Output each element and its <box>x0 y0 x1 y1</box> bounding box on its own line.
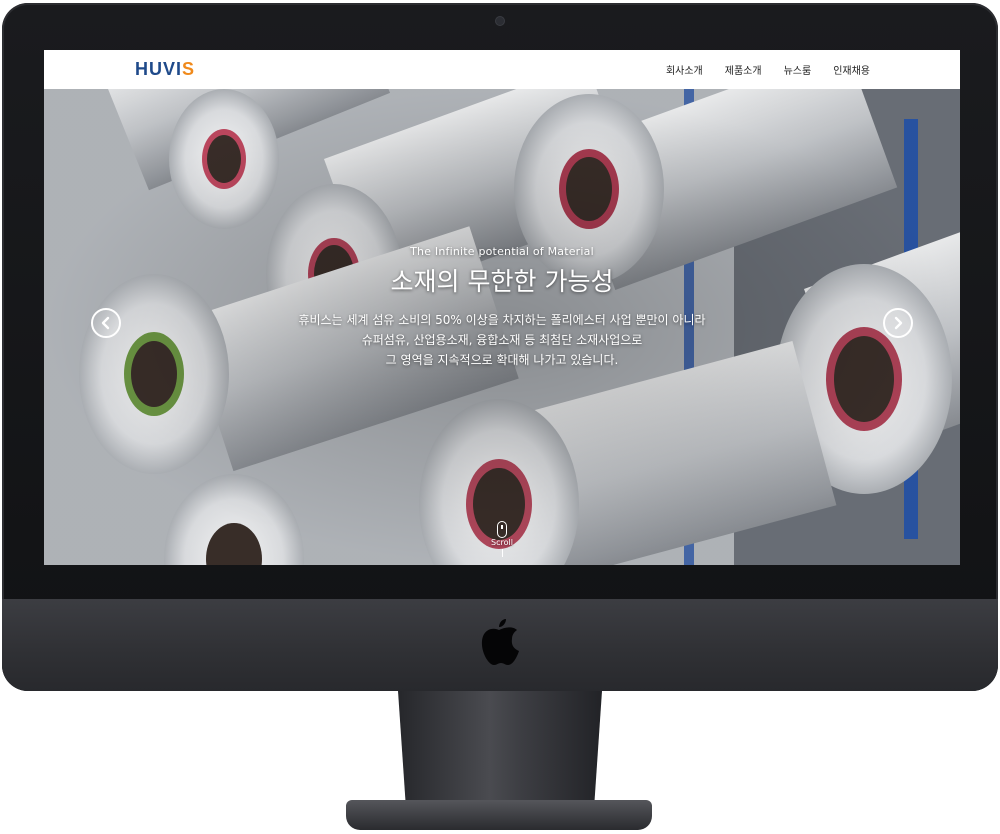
nav-item-newsroom[interactable]: 뉴스룸 <box>784 62 812 77</box>
hero-description-line: 슈퍼섬유, 산업용소재, 융합소재 등 최첨단 소재사업으로 <box>361 333 643 347</box>
nav-item-careers[interactable]: 인재채용 <box>833 62 870 77</box>
hero-caption: The Infinite potential of Material 소재의 무… <box>44 245 960 370</box>
scroll-indicator[interactable]: Scroll <box>484 521 520 557</box>
monitor-stand-foot <box>346 800 652 830</box>
main-nav: 회사소개 제품소개 뉴스룸 인재채용 <box>666 62 870 77</box>
website-screen: HUVIS 회사소개 제품소개 뉴스룸 인재채용 The Infinite po… <box>44 50 960 565</box>
apple-icon <box>481 619 519 665</box>
logo-text: HUVI <box>135 59 183 79</box>
chevron-left-icon <box>101 316 110 330</box>
camera-icon <box>496 17 504 25</box>
scroll-label: Scroll <box>491 538 513 547</box>
scroll-line <box>501 549 503 557</box>
hero-description-line: 휴비스는 세계 섬유 소비의 50% 이상을 차지하는 폴리에스터 사업 뿐만이… <box>298 313 706 327</box>
slider-prev-button[interactable] <box>91 308 121 338</box>
hero-description-line: 그 영역을 지속적으로 확대해 나가고 있습니다. <box>385 353 619 367</box>
monitor-stand-neck <box>398 691 602 811</box>
nav-item-products[interactable]: 제품소개 <box>725 62 762 77</box>
imac-monitor: HUVIS 회사소개 제품소개 뉴스룸 인재채용 The Infinite po… <box>2 3 998 691</box>
site-header: HUVIS 회사소개 제품소개 뉴스룸 인재채용 <box>44 50 960 89</box>
hero-subtitle: The Infinite potential of Material <box>410 245 594 258</box>
nav-item-company[interactable]: 회사소개 <box>666 62 703 77</box>
chevron-right-icon <box>894 316 903 330</box>
logo-accent: S <box>182 59 196 79</box>
hero-description: 휴비스는 세계 섬유 소비의 50% 이상을 차지하는 폴리에스터 사업 뿐만이… <box>44 310 960 370</box>
mouse-icon <box>497 521 507 538</box>
site-logo[interactable]: HUVIS <box>135 59 195 80</box>
slider-next-button[interactable] <box>883 308 913 338</box>
hero-slider: The Infinite potential of Material 소재의 무… <box>44 89 960 565</box>
hero-title: 소재의 무한한 가능성 <box>390 267 614 296</box>
